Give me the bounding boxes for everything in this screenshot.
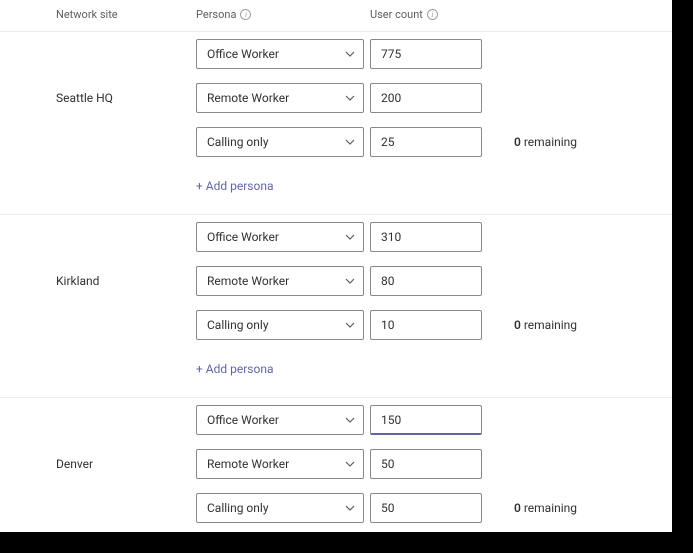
persona-select-label: Remote Worker bbox=[207, 457, 289, 471]
chevron-down-icon bbox=[345, 415, 355, 425]
persona-select[interactable]: Calling only bbox=[196, 310, 364, 340]
persona-row: Office Worker bbox=[0, 215, 672, 259]
site-block: Office Worker Denver Remote Worker Calling … bbox=[0, 397, 672, 532]
table-header: Network site Persona i User count i bbox=[0, 0, 672, 31]
remaining-label: 0 remaining bbox=[500, 135, 577, 149]
persona-select-label: Office Worker bbox=[207, 413, 279, 427]
persona-select[interactable]: Office Worker bbox=[196, 222, 364, 252]
site-name: Kirkland bbox=[56, 274, 99, 288]
persona-row: Calling only 0 remaining bbox=[0, 120, 672, 164]
persona-select[interactable]: Remote Worker bbox=[196, 449, 364, 479]
user-count-input[interactable] bbox=[370, 83, 482, 113]
user-count-input[interactable] bbox=[370, 127, 482, 157]
chevron-down-icon bbox=[345, 49, 355, 59]
header-user-count-label: User count bbox=[370, 8, 423, 21]
chevron-down-icon bbox=[345, 459, 355, 469]
add-persona-row: + Add persona bbox=[0, 530, 672, 532]
user-count-input[interactable] bbox=[370, 405, 482, 435]
user-count-input[interactable] bbox=[370, 449, 482, 479]
user-count-input[interactable] bbox=[370, 39, 482, 69]
chevron-down-icon bbox=[345, 276, 355, 286]
persona-select[interactable]: Office Worker bbox=[196, 39, 364, 69]
remaining-label: 0 remaining bbox=[500, 318, 577, 332]
chevron-down-icon bbox=[345, 503, 355, 513]
persona-select[interactable]: Calling only bbox=[196, 127, 364, 157]
persona-row: Seattle HQ Remote Worker bbox=[0, 76, 672, 120]
chevron-down-icon bbox=[345, 320, 355, 330]
add-persona-row: + Add persona bbox=[0, 347, 672, 397]
remaining-count: 0 bbox=[514, 318, 521, 332]
persona-row: Office Worker bbox=[0, 32, 672, 76]
user-count-input[interactable] bbox=[370, 493, 482, 523]
persona-select-label: Remote Worker bbox=[207, 91, 289, 105]
add-persona-link[interactable]: + Add persona bbox=[196, 354, 273, 390]
add-persona-link[interactable]: + Add persona bbox=[196, 171, 273, 207]
persona-select-label: Calling only bbox=[207, 318, 269, 332]
add-persona-row: + Add persona bbox=[0, 164, 672, 214]
site-block: Office Worker Kirkland Remote Worker Callin… bbox=[0, 214, 672, 397]
user-count-input[interactable] bbox=[370, 222, 482, 252]
persona-select[interactable]: Remote Worker bbox=[196, 83, 364, 113]
header-persona: Persona i bbox=[196, 8, 251, 21]
persona-select[interactable]: Office Worker bbox=[196, 405, 364, 435]
remaining-label: 0 remaining bbox=[500, 501, 577, 515]
chevron-down-icon bbox=[345, 93, 355, 103]
persona-row: Denver Remote Worker bbox=[0, 442, 672, 486]
persona-select[interactable]: Calling only bbox=[196, 493, 364, 523]
site-block: Office Worker Seattle HQ Remote Worker Call… bbox=[0, 31, 672, 214]
persona-row: Calling only 0 remaining bbox=[0, 303, 672, 347]
persona-select-label: Calling only bbox=[207, 501, 269, 515]
info-icon[interactable]: i bbox=[240, 9, 251, 20]
chevron-down-icon bbox=[345, 137, 355, 147]
chevron-down-icon bbox=[345, 232, 355, 242]
header-network-site: Network site bbox=[56, 8, 118, 21]
info-icon[interactable]: i bbox=[427, 9, 438, 20]
persona-select[interactable]: Remote Worker bbox=[196, 266, 364, 296]
persona-row: Kirkland Remote Worker bbox=[0, 259, 672, 303]
site-name: Denver bbox=[56, 457, 93, 471]
persona-row: Calling only 0 remaining bbox=[0, 486, 672, 530]
header-persona-label: Persona bbox=[196, 8, 236, 21]
user-count-input[interactable] bbox=[370, 266, 482, 296]
site-name: Seattle HQ bbox=[56, 91, 113, 105]
remaining-count: 0 bbox=[514, 501, 521, 515]
persona-select-label: Office Worker bbox=[207, 230, 279, 244]
user-count-input[interactable] bbox=[370, 310, 482, 340]
persona-select-label: Office Worker bbox=[207, 47, 279, 61]
persona-select-label: Remote Worker bbox=[207, 274, 289, 288]
remaining-count: 0 bbox=[514, 135, 521, 149]
persona-allocation-panel: Network site Persona i User count i Offi… bbox=[0, 0, 672, 532]
persona-select-label: Calling only bbox=[207, 135, 269, 149]
header-user-count: User count i bbox=[370, 8, 438, 21]
persona-row: Office Worker bbox=[0, 398, 672, 442]
